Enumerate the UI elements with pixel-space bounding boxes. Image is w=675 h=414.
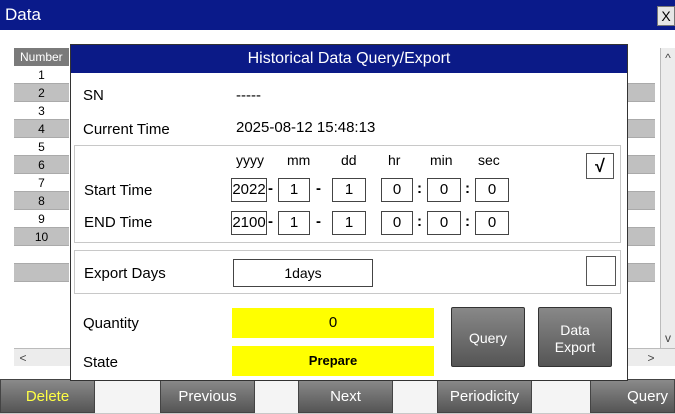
start-time-sep-2: : bbox=[465, 180, 470, 197]
end-minute-field[interactable]: 0 bbox=[427, 211, 461, 235]
dd-header: dd bbox=[341, 152, 357, 168]
table-row[interactable]: 8 bbox=[14, 192, 69, 210]
yyyy-header: yyyy bbox=[236, 152, 264, 168]
query-toolbar-button[interactable]: Query bbox=[590, 379, 675, 413]
table-row-right[interactable] bbox=[627, 192, 655, 210]
start-day-field[interactable]: 1 bbox=[332, 178, 366, 202]
table-row[interactable]: 2 bbox=[14, 84, 69, 102]
time-range-section: yyyy mm dd hr min sec √ Start Time 2022 … bbox=[74, 145, 621, 243]
start-date-sep-2: - bbox=[316, 180, 321, 197]
table-row[interactable] bbox=[14, 246, 69, 264]
next-button[interactable]: Next bbox=[298, 379, 393, 413]
end-date-sep-2: - bbox=[316, 213, 321, 230]
end-hour-field[interactable]: 0 bbox=[381, 211, 413, 235]
scroll-up-icon[interactable]: ^ bbox=[661, 50, 675, 66]
end-year-field[interactable]: 2100 bbox=[231, 211, 267, 235]
table-row-right[interactable] bbox=[627, 174, 655, 192]
data-export-line1: Data bbox=[560, 322, 590, 338]
delete-button[interactable]: Delete bbox=[0, 379, 95, 413]
table-row-right[interactable] bbox=[627, 84, 655, 102]
scroll-down-icon[interactable]: v bbox=[661, 330, 675, 346]
end-day-field[interactable]: 1 bbox=[332, 211, 366, 235]
periodicity-button[interactable]: Periodicity bbox=[437, 379, 532, 413]
start-month-field[interactable]: 1 bbox=[278, 178, 310, 202]
table-row-right[interactable] bbox=[627, 264, 655, 282]
end-time-sep-1: : bbox=[417, 213, 422, 230]
time-range-checkbox[interactable]: √ bbox=[586, 153, 614, 179]
previous-button[interactable]: Previous bbox=[160, 379, 255, 413]
start-year-field[interactable]: 2022 bbox=[231, 178, 267, 202]
table-row[interactable]: 4 bbox=[14, 120, 69, 138]
export-days-checkbox[interactable] bbox=[586, 256, 616, 286]
table-row[interactable]: 5 bbox=[14, 138, 69, 156]
table-row[interactable]: 9 bbox=[14, 210, 69, 228]
state-label: State bbox=[83, 354, 119, 371]
table-row-right[interactable] bbox=[627, 138, 655, 156]
state-value: Prepare bbox=[232, 346, 434, 376]
query-button[interactable]: Query bbox=[451, 307, 525, 367]
table-row[interactable] bbox=[14, 264, 69, 282]
end-time-sep-2: : bbox=[465, 213, 470, 230]
close-button[interactable]: X bbox=[657, 6, 675, 26]
current-time-value: 2025-08-12 15:48:13 bbox=[236, 119, 376, 136]
export-days-label: Export Days bbox=[84, 265, 166, 282]
scroll-left-icon[interactable]: < bbox=[16, 350, 30, 366]
start-hour-field[interactable]: 0 bbox=[381, 178, 413, 202]
mm-header: mm bbox=[287, 152, 311, 168]
start-date-sep-1: - bbox=[268, 180, 273, 197]
window-title: Data bbox=[5, 5, 41, 24]
scroll-right-icon[interactable]: > bbox=[644, 350, 658, 366]
historical-data-dialog: Historical Data Query/Export SN ----- Cu… bbox=[70, 44, 628, 381]
table-row[interactable]: 6 bbox=[14, 156, 69, 174]
table-header-number: Number bbox=[14, 48, 69, 66]
start-time-label: Start Time bbox=[84, 182, 153, 199]
hr-header: hr bbox=[388, 152, 401, 168]
vertical-scrollbar[interactable]: ^ v bbox=[660, 48, 675, 348]
export-days-section: Export Days 1days bbox=[74, 250, 621, 294]
table-row-right[interactable] bbox=[627, 156, 655, 174]
table-row-right[interactable] bbox=[627, 120, 655, 138]
sec-header: sec bbox=[478, 152, 500, 168]
start-time-sep-1: : bbox=[417, 180, 422, 197]
table-row-right[interactable] bbox=[627, 210, 655, 228]
quantity-value: 0 bbox=[232, 308, 434, 338]
table-row[interactable]: 7 bbox=[14, 174, 69, 192]
table-row[interactable]: 10 bbox=[14, 228, 69, 246]
min-header: min bbox=[430, 152, 453, 168]
table-row[interactable]: 1 bbox=[14, 66, 69, 84]
end-month-field[interactable]: 1 bbox=[278, 211, 310, 235]
end-date-sep-1: - bbox=[268, 213, 273, 230]
start-second-field[interactable]: 0 bbox=[475, 178, 509, 202]
table-row-right[interactable] bbox=[627, 246, 655, 264]
data-export-button[interactable]: Data Export bbox=[538, 307, 612, 367]
sn-value: ----- bbox=[236, 87, 261, 104]
current-time-label: Current Time bbox=[83, 121, 170, 138]
export-days-field[interactable]: 1days bbox=[233, 259, 373, 287]
end-second-field[interactable]: 0 bbox=[475, 211, 509, 235]
window-title-bar: Data bbox=[0, 0, 675, 30]
dialog-title: Historical Data Query/Export bbox=[71, 45, 627, 73]
table-row-right[interactable] bbox=[627, 102, 655, 120]
end-time-label: END Time bbox=[84, 214, 153, 231]
sn-label: SN bbox=[83, 87, 104, 104]
data-export-line2: Export bbox=[554, 339, 596, 355]
table-row-right[interactable] bbox=[627, 228, 655, 246]
table-row-right[interactable] bbox=[627, 66, 655, 84]
start-minute-field[interactable]: 0 bbox=[427, 178, 461, 202]
table-row[interactable]: 3 bbox=[14, 102, 69, 120]
quantity-label: Quantity bbox=[83, 315, 139, 332]
